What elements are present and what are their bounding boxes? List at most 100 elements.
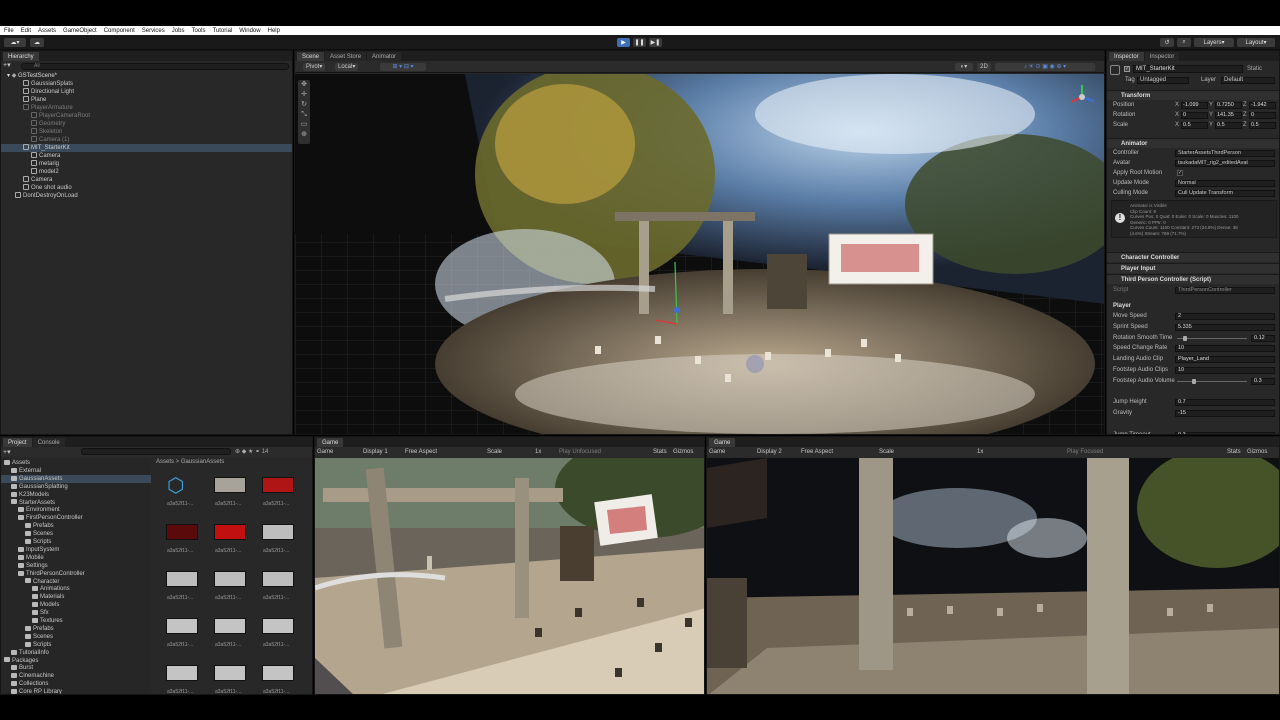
game1-gizmos[interactable]: Gizmos	[673, 447, 693, 457]
menu-window[interactable]: Window	[239, 28, 260, 34]
scene-view-options-icon[interactable]: ♪ ☀ ⊙ ▣ ◉ ⊕ ▾	[995, 63, 1095, 71]
search-icon[interactable]: ⌕	[1177, 38, 1191, 47]
field-value[interactable]: -15	[1175, 410, 1275, 418]
step-button[interactable]: ▶❚	[649, 38, 662, 47]
create-icon[interactable]: +▾	[3, 448, 11, 456]
asset-item[interactable]: a3a52f11-...	[249, 565, 294, 609]
tab-inspector-2[interactable]: Inspector	[1144, 52, 1180, 61]
hierarchy-item[interactable]: Directional Light	[1, 88, 292, 96]
orientation-gizmo[interactable]	[1065, 82, 1099, 112]
field-value[interactable]: Player_Land	[1175, 356, 1275, 364]
filter-icons[interactable]: ⊕ ◆ ★ ⚭ 14	[235, 448, 268, 455]
scene-viewport[interactable]: ✥ ✛ ↻ ⤡ ▭ ⊕	[295, 74, 1104, 434]
game1-play-mode[interactable]: Play Unfocused	[559, 447, 601, 457]
field-value[interactable]: 0.12	[1251, 334, 1275, 342]
play-button[interactable]: ▶	[617, 38, 630, 47]
pivot-dropdown[interactable]: Pivot▾	[303, 63, 326, 71]
project-folder[interactable]: Packages	[1, 657, 151, 665]
static-toggle[interactable]: Static	[1247, 66, 1262, 72]
hierarchy-search-input[interactable]: All	[21, 63, 289, 70]
slider-track[interactable]	[1177, 337, 1247, 339]
asset-item[interactable]: a3a52f11-...	[153, 612, 198, 656]
tag-dropdown[interactable]: Untagged	[1137, 77, 1189, 84]
hierarchy-item[interactable]: PlayerCameraRoot	[1, 112, 292, 120]
menu-tools[interactable]: Tools	[191, 28, 205, 34]
hierarchy-item[interactable]: DontDestroyOnLoad	[1, 192, 292, 200]
game1-display[interactable]: Display 1	[363, 447, 388, 457]
game2-play-mode[interactable]: Play Focused	[1067, 447, 1103, 457]
project-folder[interactable]: Core RP Library	[1, 688, 151, 694]
menu-tutorial[interactable]: Tutorial	[212, 28, 232, 34]
project-folder[interactable]: Assets	[1, 459, 151, 467]
project-folder[interactable]: K23Models	[1, 491, 151, 499]
add-icon[interactable]: +▾	[3, 62, 15, 70]
transform-y-field[interactable]: 141.35	[1215, 112, 1242, 119]
transform-x-field[interactable]: 0.5	[1181, 122, 1208, 129]
field-value[interactable]: 0.3	[1251, 377, 1275, 385]
project-folder[interactable]: TutorialInfo	[1, 649, 151, 657]
game2-stats[interactable]: Stats	[1227, 447, 1241, 457]
game2-display[interactable]: Display 2	[757, 447, 782, 457]
project-folder[interactable]: Collections	[1, 680, 151, 688]
slider-handle[interactable]	[1191, 378, 1196, 384]
project-folder[interactable]: Animations	[1, 585, 151, 593]
field-value[interactable]: 5.335	[1175, 323, 1275, 331]
layer-dropdown[interactable]: Default	[1221, 77, 1275, 84]
asset-item[interactable]: a3a52f11-...	[153, 659, 198, 694]
tab-project[interactable]: Project	[3, 438, 32, 447]
transform-y-field[interactable]: 0.5	[1215, 122, 1242, 129]
tab-hierarchy[interactable]: Hierarchy	[3, 52, 39, 61]
update-mode-dropdown[interactable]: Normal	[1175, 180, 1275, 187]
menu-help[interactable]: Help	[268, 28, 280, 34]
field-value[interactable]: 0.7	[1175, 399, 1275, 407]
hierarchy-item[interactable]: metarig	[1, 160, 292, 168]
component-header[interactable]: Character Controller	[1107, 252, 1279, 262]
scene-row[interactable]: ▾ ◆ GSTestScene*	[1, 72, 292, 80]
hierarchy-item[interactable]: Skeleton	[1, 128, 292, 136]
script-field[interactable]: ThirdPersonController	[1175, 287, 1275, 294]
mode-2d-toggle[interactable]: 2D	[977, 63, 991, 71]
menu-jobs[interactable]: Jobs	[172, 28, 185, 34]
field-value[interactable]: 10	[1175, 345, 1275, 353]
tab-animator[interactable]: Animator	[367, 52, 402, 61]
game2-gizmos[interactable]: Gizmos	[1247, 447, 1267, 457]
asset-item[interactable]: a3a52f11-...	[201, 471, 246, 515]
project-folder[interactable]: Prefabs	[1, 522, 151, 530]
project-search-input[interactable]	[81, 448, 231, 455]
project-folder[interactable]: FirstPersonController	[1, 514, 151, 522]
game1-scale[interactable]: Scale	[487, 447, 502, 457]
active-checkbox[interactable]: ✓	[1124, 66, 1130, 72]
hierarchy-item[interactable]: Plane	[1, 96, 292, 104]
game2-scale[interactable]: Scale	[879, 447, 894, 457]
root-motion-checkbox[interactable]: ✓	[1177, 170, 1183, 176]
asset-item[interactable]: a3a52f11-...	[201, 659, 246, 694]
asset-item[interactable]: a3a52f11-...	[201, 612, 246, 656]
hierarchy-item[interactable]: One shot audio	[1, 184, 292, 192]
asset-item[interactable]: a3a52f11-...	[201, 565, 246, 609]
game1-mode[interactable]: Game	[317, 447, 333, 457]
menu-assets[interactable]: Assets	[38, 28, 56, 34]
project-folder[interactable]: Environment	[1, 506, 151, 514]
project-folder[interactable]: ThirdPersonController	[1, 570, 151, 578]
hierarchy-item[interactable]: Camera	[1, 152, 292, 160]
project-folder[interactable]: Textures	[1, 617, 151, 625]
project-folder[interactable]: Mobile	[1, 554, 151, 562]
project-folder[interactable]: InputSystem	[1, 546, 151, 554]
transform-y-field[interactable]: 0.7250	[1215, 102, 1242, 109]
transform-header[interactable]: Transform	[1107, 90, 1279, 100]
menu-services[interactable]: Services	[142, 28, 165, 34]
project-folder[interactable]: Scripts	[1, 641, 151, 649]
layers-dropdown[interactable]: Layers ▾	[1194, 38, 1234, 47]
object-name-field[interactable]: MIT_StarterKit	[1133, 65, 1243, 73]
menu-gameobject[interactable]: GameObject	[63, 28, 97, 34]
game1-viewport[interactable]	[315, 458, 704, 694]
menu-component[interactable]: Component	[104, 28, 135, 34]
project-folder[interactable]: Models	[1, 601, 151, 609]
field-value[interactable]: 0.3	[1175, 431, 1275, 434]
layout-dropdown[interactable]: Layout ▾	[1237, 38, 1275, 47]
project-folder[interactable]: Materials	[1, 593, 151, 601]
hierarchy-item[interactable]: PlayerArmature	[1, 104, 292, 112]
hierarchy-item[interactable]: MIT_StarterKit	[1, 144, 292, 152]
controller-field[interactable]: StarterAssetsThirdPerson	[1175, 150, 1275, 157]
slider-track[interactable]	[1177, 380, 1247, 382]
